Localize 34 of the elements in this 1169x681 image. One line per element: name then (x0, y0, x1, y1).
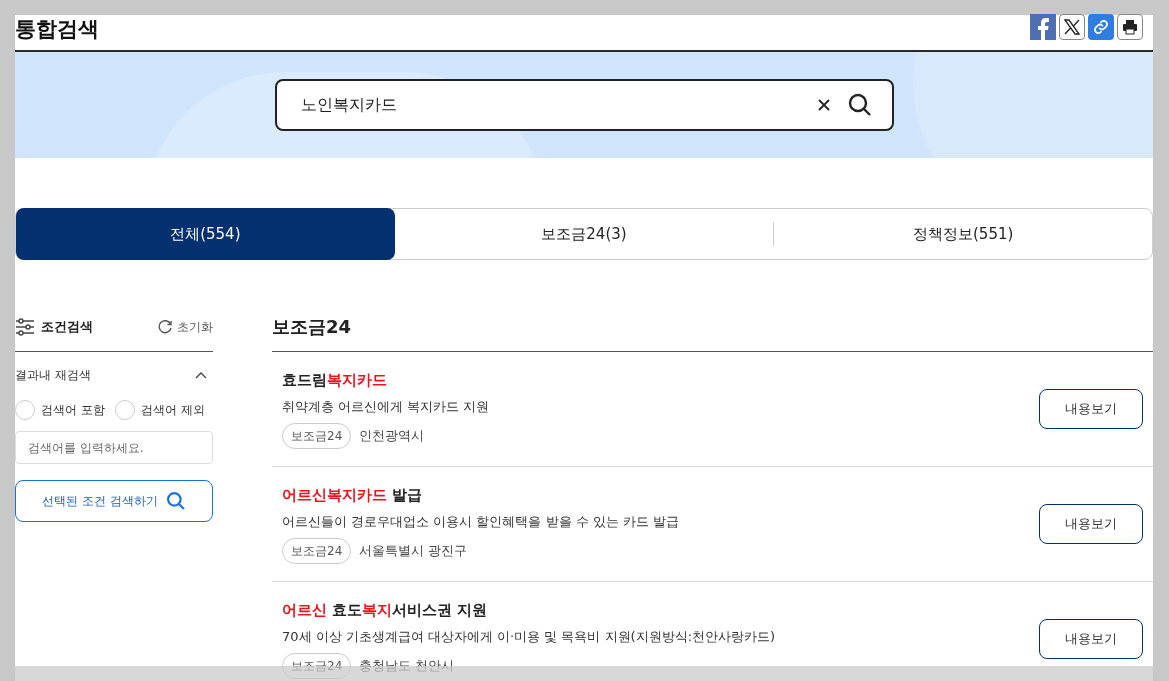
result-description: 취약계층 어르신에게 복지카드 지원 (282, 397, 490, 416)
reset-button[interactable]: 초기화 (157, 317, 213, 336)
chevron-icon[interactable] (195, 371, 207, 379)
clear-icon[interactable] (817, 99, 830, 111)
region-label: 충청남도 천안시 (359, 657, 455, 676)
result-title[interactable]: 효드림복지카드 (282, 369, 490, 392)
tab[interactable]: 전체(554) (16, 208, 395, 260)
tab[interactable]: 정책정보(551) (774, 209, 1152, 259)
print-icon[interactable] (1117, 14, 1143, 40)
radio-option[interactable]: 검색어 포함 (15, 400, 105, 420)
region-label: 서울특별시 광진구 (359, 542, 468, 561)
result-title[interactable]: 어르신 효도복지서비스권 지원 (282, 599, 776, 622)
tab[interactable]: 보조금24(3) (394, 209, 774, 259)
results-heading: 보조금24 (272, 302, 1153, 352)
page-title: 통합검색 (15, 19, 99, 40)
view-details-button[interactable]: 내용보기 (1039, 619, 1143, 659)
result-description: 어르신들이 경로우대업소 이용시 할인혜택을 받을 수 있는 카드 발급 (282, 512, 680, 531)
keyword-input[interactable]: 검색어를 입력하세요. (15, 431, 213, 464)
result-description: 70세 이상 기초생계급여 대상자에게 이·미용 및 목욕비 지원(지원방식:천안사랑카드) (282, 627, 776, 646)
radio-option[interactable]: 검색어 제외 (114, 400, 205, 420)
link-icon[interactable] (1088, 14, 1114, 40)
facebook-icon[interactable] (1030, 14, 1056, 40)
search-icon (165, 491, 186, 511)
view-details-button[interactable]: 내용보기 (1039, 389, 1143, 429)
refresh-icon (157, 318, 173, 335)
section-title: 결과내 재검색 (15, 367, 91, 384)
search-field[interactable]: 노인복지카드 (274, 79, 894, 131)
view-details-button[interactable]: 내용보기 (1039, 504, 1143, 544)
search-icon[interactable] (847, 93, 872, 117)
condition-search-button[interactable]: 선택된 조건 검색하기 (15, 480, 213, 522)
sidebar-title: 조건검색 (41, 317, 93, 336)
result-title[interactable]: 어르신복지카드 발급 (282, 484, 680, 507)
x-logo-icon[interactable] (1059, 14, 1085, 40)
region-label: 인천광역시 (359, 427, 425, 446)
